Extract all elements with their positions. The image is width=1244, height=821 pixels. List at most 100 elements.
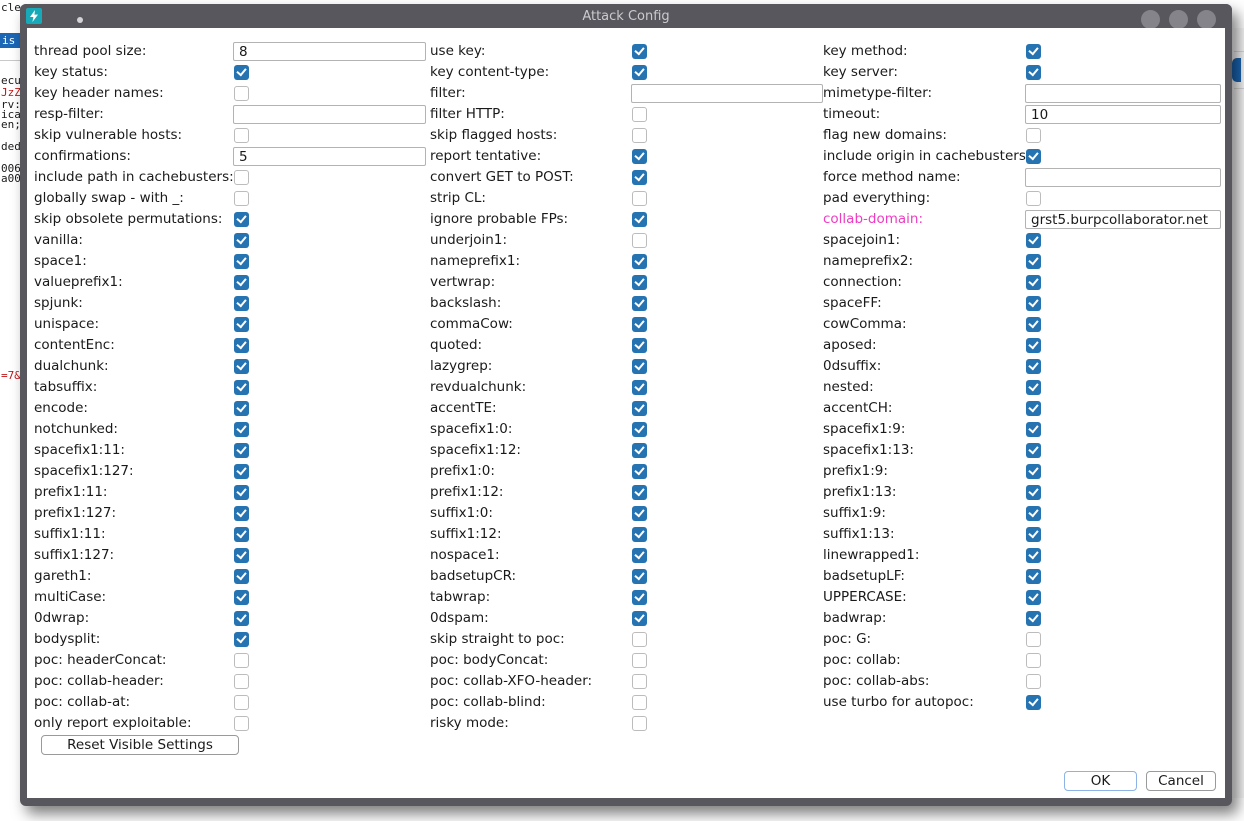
checkbox-skip-obsolete-permutations[interactable]: [234, 212, 249, 227]
input-mimetype-filter[interactable]: [1025, 84, 1221, 103]
checkbox-suffix1-0[interactable]: [632, 506, 647, 521]
checkbox-suffix1-9[interactable]: [1026, 506, 1041, 521]
minimize-button[interactable]: [1141, 10, 1160, 29]
checkbox-suffix1-13[interactable]: [1026, 527, 1041, 542]
checkbox-only-report-exploitable[interactable]: [234, 716, 249, 731]
input-force-method-name[interactable]: [1025, 168, 1221, 187]
input-filter[interactable]: [631, 84, 823, 103]
checkbox-spjunk[interactable]: [234, 296, 249, 311]
checkbox-poc-bodyconcat[interactable]: [632, 653, 647, 668]
checkbox-cowcomma[interactable]: [1026, 317, 1041, 332]
checkbox-prefix1-0[interactable]: [632, 464, 647, 479]
checkbox-nameprefix1[interactable]: [632, 254, 647, 269]
checkbox-underjoin1[interactable]: [632, 233, 647, 248]
checkbox-connection[interactable]: [1026, 275, 1041, 290]
checkbox-lazygrep[interactable]: [632, 359, 647, 374]
checkbox-spaceff[interactable]: [1026, 296, 1041, 311]
checkbox-nospace1[interactable]: [632, 548, 647, 563]
checkbox-accentch[interactable]: [1026, 401, 1041, 416]
checkbox-spacefix1-0[interactable]: [632, 422, 647, 437]
checkbox-unispace[interactable]: [234, 317, 249, 332]
checkbox-prefix1-13[interactable]: [1026, 485, 1041, 500]
checkbox-filter-http[interactable]: [632, 107, 647, 122]
checkbox-uppercase[interactable]: [1026, 590, 1041, 605]
checkbox-key-content-type[interactable]: [632, 65, 647, 80]
checkbox-key-server[interactable]: [1026, 65, 1041, 80]
checkbox-multicase[interactable]: [234, 590, 249, 605]
checkbox-aposed[interactable]: [1026, 338, 1041, 353]
checkbox-poc-collab[interactable]: [1026, 653, 1041, 668]
checkbox-linewrapped1[interactable]: [1026, 548, 1041, 563]
input-collab-domain[interactable]: [1025, 210, 1221, 229]
checkbox-tabsuffix[interactable]: [234, 380, 249, 395]
checkbox-spacefix1-12[interactable]: [632, 443, 647, 458]
checkbox-nameprefix2[interactable]: [1026, 254, 1041, 269]
checkbox-flag-new-domains[interactable]: [1026, 128, 1041, 143]
checkbox-0dspam[interactable]: [632, 611, 647, 626]
checkbox-spacejoin1[interactable]: [1026, 233, 1041, 248]
checkbox-badsetuplf[interactable]: [1026, 569, 1041, 584]
cancel-button[interactable]: Cancel: [1146, 771, 1216, 791]
checkbox-tabwrap[interactable]: [632, 590, 647, 605]
checkbox-space1[interactable]: [234, 254, 249, 269]
checkbox-prefix1-12[interactable]: [632, 485, 647, 500]
checkbox-notchunked[interactable]: [234, 422, 249, 437]
checkbox-convert-get-to-post[interactable]: [632, 170, 647, 185]
maximize-button[interactable]: [1169, 10, 1188, 29]
checkbox-poc-collab-xfo-header[interactable]: [632, 674, 647, 689]
input-confirmations[interactable]: [233, 147, 426, 166]
checkbox-poc-collab-header[interactable]: [234, 674, 249, 689]
checkbox-vertwrap[interactable]: [632, 275, 647, 290]
checkbox-accentte[interactable]: [632, 401, 647, 416]
checkbox-prefix1-127[interactable]: [234, 506, 249, 521]
ok-button[interactable]: OK: [1064, 771, 1137, 791]
checkbox-key-method[interactable]: [1026, 44, 1041, 59]
checkbox-encode[interactable]: [234, 401, 249, 416]
checkbox-include-path-in-cachebusters[interactable]: [234, 170, 249, 185]
checkbox-gareth1[interactable]: [234, 569, 249, 584]
checkbox-poc-collab-abs[interactable]: [1026, 674, 1041, 689]
checkbox-prefix1-11[interactable]: [234, 485, 249, 500]
checkbox-key-header-names[interactable]: [234, 86, 249, 101]
input-timeout[interactable]: [1025, 105, 1221, 124]
checkbox-poc-headerconcat[interactable]: [234, 653, 249, 668]
checkbox-bodysplit[interactable]: [234, 632, 249, 647]
checkbox-prefix1-9[interactable]: [1026, 464, 1041, 479]
checkbox-poc-collab-at[interactable]: [234, 695, 249, 710]
checkbox-vanilla[interactable]: [234, 233, 249, 248]
checkbox-skip-straight-to-poc[interactable]: [632, 632, 647, 647]
checkbox-quoted[interactable]: [632, 338, 647, 353]
checkbox-use-turbo-for-autopoc[interactable]: [1026, 695, 1041, 710]
checkbox-poc-g[interactable]: [1026, 632, 1041, 647]
checkbox-suffix1-12[interactable]: [632, 527, 647, 542]
close-button[interactable]: [1197, 10, 1216, 29]
checkbox-0dsuffix[interactable]: [1026, 359, 1041, 374]
checkbox-spacefix1-9[interactable]: [1026, 422, 1041, 437]
checkbox-globally-swap-with[interactable]: [234, 191, 249, 206]
checkbox-badwrap[interactable]: [1026, 611, 1041, 626]
checkbox-risky-mode[interactable]: [632, 716, 647, 731]
checkbox-nested[interactable]: [1026, 380, 1041, 395]
titlebar[interactable]: Attack Config: [20, 4, 1232, 28]
checkbox-spacefix1-11[interactable]: [234, 443, 249, 458]
checkbox-report-tentative[interactable]: [632, 149, 647, 164]
input-resp-filter[interactable]: [233, 105, 426, 124]
checkbox-poc-collab-blind[interactable]: [632, 695, 647, 710]
checkbox-commacow[interactable]: [632, 317, 647, 332]
checkbox-spacefix1-127[interactable]: [234, 464, 249, 479]
reset-visible-settings-button[interactable]: Reset Visible Settings: [41, 735, 239, 755]
input-thread-pool-size[interactable]: [233, 42, 426, 61]
checkbox-skip-flagged-hosts[interactable]: [632, 128, 647, 143]
checkbox-suffix1-11[interactable]: [234, 527, 249, 542]
checkbox-ignore-probable-fps[interactable]: [632, 212, 647, 227]
checkbox-revdualchunk[interactable]: [632, 380, 647, 395]
checkbox-badsetupcr[interactable]: [632, 569, 647, 584]
checkbox-pad-everything[interactable]: [1026, 191, 1041, 206]
checkbox-skip-vulnerable-hosts[interactable]: [234, 128, 249, 143]
checkbox-use-key[interactable]: [632, 44, 647, 59]
checkbox-include-origin-in-cachebusters[interactable]: [1026, 149, 1041, 164]
checkbox-suffix1-127[interactable]: [234, 548, 249, 563]
checkbox-0dwrap[interactable]: [234, 611, 249, 626]
checkbox-valueprefix1[interactable]: [234, 275, 249, 290]
checkbox-backslash[interactable]: [632, 296, 647, 311]
